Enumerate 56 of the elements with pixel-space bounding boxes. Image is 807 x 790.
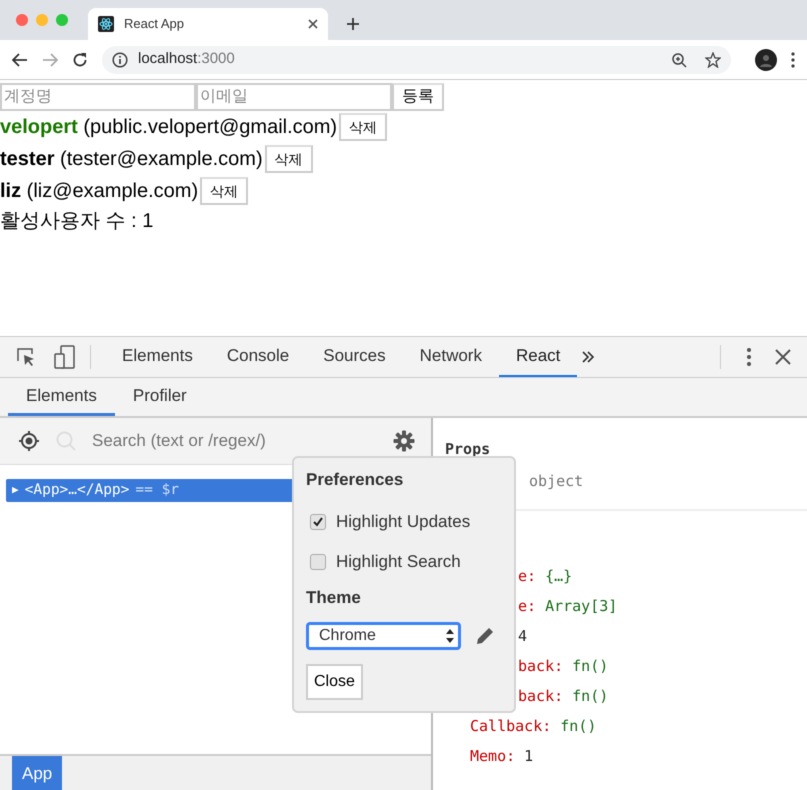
panel-tab[interactable]: Profiler: [114, 378, 205, 416]
theme-select[interactable]: Chrome: [306, 622, 461, 650]
devtools-tab[interactable]: Elements: [105, 337, 210, 377]
search-field[interactable]: Search (text or /regex/): [90, 427, 310, 455]
active-user-count: 활성사용자 수 : 1: [0, 209, 154, 234]
devtools-tab[interactable]: Network: [402, 337, 499, 377]
props-note: object: [529, 471, 584, 492]
close-icon[interactable]: [775, 349, 791, 365]
user-entry: liz (liz@example.com): [0, 179, 198, 204]
popup-heading: Preferences: [306, 470, 404, 490]
tab-title: React App: [124, 15, 185, 34]
zoom-icon[interactable]: [671, 52, 687, 68]
info-icon: [112, 52, 128, 68]
text-input[interactable]: 계정명: [0, 83, 196, 111]
delete-button[interactable]: 삭제: [339, 113, 388, 141]
star-icon[interactable]: [705, 52, 721, 68]
breadcrumb-item[interactable]: App: [12, 756, 62, 790]
close-icon[interactable]: [308, 19, 318, 29]
select-arrows-icon: [446, 629, 454, 643]
prop-row-text: e: {…}: [518, 566, 572, 587]
register-button[interactable]: 등록: [392, 83, 444, 111]
url-text: localhost:3000: [138, 49, 236, 70]
section-title: Props: [445, 439, 492, 460]
checkbox-option[interactable]: Highlight Updates: [306, 502, 502, 542]
delete-button[interactable]: 삭제: [200, 177, 248, 205]
address-bar[interactable]: localhost:3000: [102, 46, 731, 74]
new-tab-icon[interactable]: [346, 17, 360, 31]
inspect-icon[interactable]: [16, 347, 36, 367]
prop-row-text: Memo: 1: [470, 746, 534, 767]
prop-row-text: back: fn(): [518, 656, 608, 677]
reload-icon[interactable]: [72, 52, 88, 68]
target-icon[interactable]: [18, 430, 40, 452]
checkbox-option[interactable]: Highlight Search: [306, 542, 502, 582]
devtools-tab[interactable]: Console: [210, 337, 306, 377]
more-tabs-icon[interactable]: [581, 350, 596, 364]
device-icon[interactable]: [54, 345, 76, 369]
avatar-icon[interactable]: [755, 48, 777, 70]
delete-button[interactable]: 삭제: [264, 145, 313, 173]
back-icon[interactable]: [12, 52, 28, 66]
menu-icon[interactable]: [791, 52, 795, 68]
prop-row-text: Callback: fn(): [470, 716, 596, 737]
checkbox[interactable]: [310, 554, 326, 570]
user-entry: velopert (public.velopert@gmail.com): [0, 115, 338, 140]
react-icon: [98, 16, 114, 32]
edit-icon[interactable]: [475, 626, 495, 646]
devtools-tab[interactable]: Sources: [306, 337, 403, 377]
text-input[interactable]: 이메일: [196, 83, 392, 111]
checkbox[interactable]: [310, 514, 326, 530]
prop-row-text: e: Array[3]: [518, 596, 618, 617]
popup-heading: Theme: [306, 588, 362, 608]
user-entry: tester (tester@example.com): [0, 147, 263, 172]
kebab-menu-icon[interactable]: [747, 348, 751, 366]
prop-row-text: back: fn(): [518, 686, 608, 707]
close-button[interactable]: Close: [306, 664, 363, 700]
prop-row-text: 4: [518, 626, 528, 647]
browser-tab[interactable]: React App: [88, 8, 328, 40]
